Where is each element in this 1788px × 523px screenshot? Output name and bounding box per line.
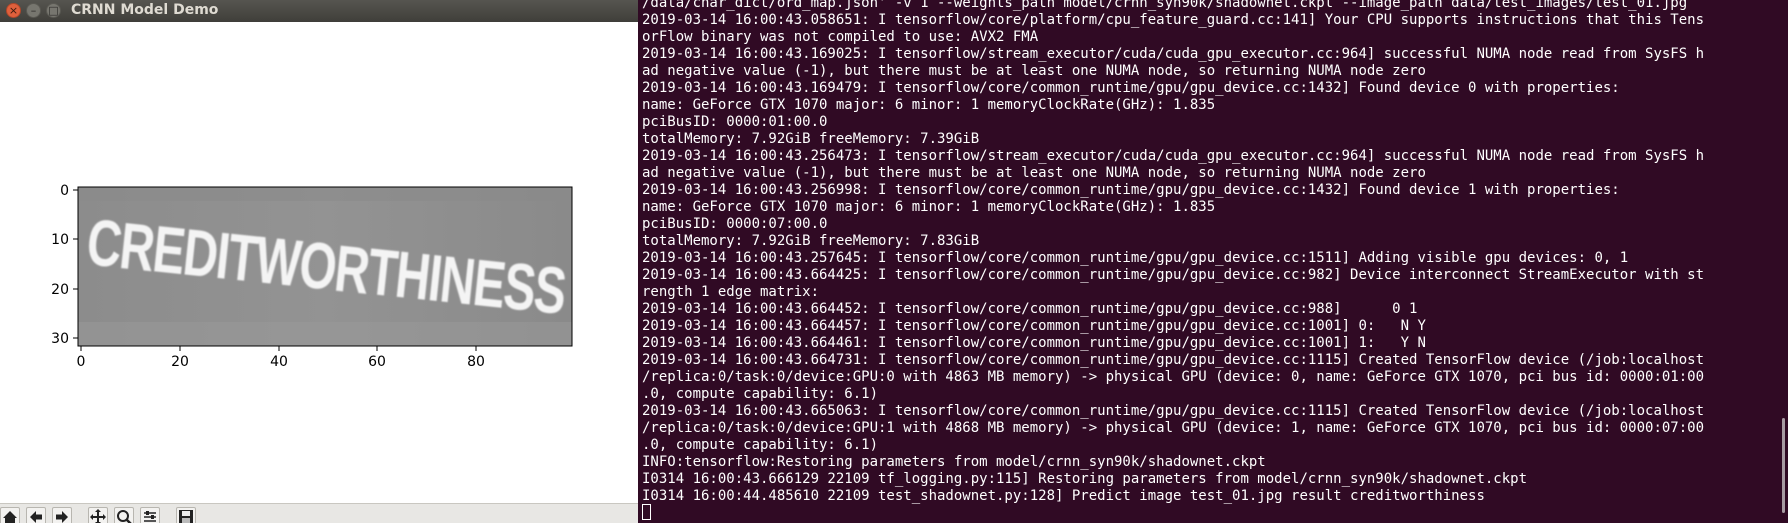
- terminal-line: 2019-03-14 16:00:43.664731: I tensorflow…: [642, 352, 1705, 368]
- home-button[interactable]: [0, 507, 20, 523]
- terminal-line: I0314 16:00:44.485610 22109 test_shadown…: [642, 488, 1485, 504]
- back-arrow-icon: [30, 511, 42, 523]
- y-axis: 0 10 20 30: [51, 183, 78, 347]
- terminal-line: /replica:0/task:0/device:GPU:1 with 4868…: [642, 420, 1705, 436]
- x-axis: 0 20 40 60 80: [77, 346, 485, 370]
- terminal-line: name: GeForce GTX 1070 major: 6 minor: 1…: [642, 97, 1216, 113]
- terminal-line: pciBusID: 0000:01:00.0: [642, 114, 828, 130]
- configure-subplots-button[interactable]: [140, 507, 160, 523]
- terminal-line: 2019-03-14 16:00:43.664457: I tensorflow…: [642, 318, 1426, 334]
- close-icon: ×: [8, 4, 19, 17]
- terminal-line: 2019-03-14 16:00:43.169479: I tensorflow…: [642, 80, 1620, 96]
- forward-button[interactable]: [52, 507, 72, 523]
- minimize-icon: –: [30, 4, 37, 17]
- terminal-line: pciBusID: 0000:07:00.0: [642, 216, 828, 232]
- terminal-line: name: GeForce GTX 1070 major: 6 minor: 1…: [642, 199, 1216, 215]
- image-shade-top: [78, 187, 572, 201]
- terminal-line: .0, compute capability: 6.1): [642, 437, 879, 453]
- y-tick-label: 30: [51, 331, 69, 347]
- save-button[interactable]: [176, 507, 196, 523]
- terminal-cursor: [642, 504, 651, 520]
- maximize-icon: □: [48, 4, 59, 17]
- terminal-line: .0, compute capability: 6.1): [642, 386, 879, 402]
- pan-button[interactable]: [88, 507, 108, 523]
- forward-arrow-icon: [56, 511, 68, 523]
- back-button[interactable]: [26, 507, 46, 523]
- terminal-line: 2019-03-14 16:00:43.256998: I tensorflow…: [642, 182, 1620, 198]
- matplotlib-window: × – □ CRNN Model Demo CREDITWORTHINESS 0…: [0, 0, 638, 523]
- terminal-line: /data/char_dict/ord_map.json' -v 1 --wei…: [642, 0, 1688, 11]
- terminal-line: 2019-03-14 16:00:43.058651: I tensorflow…: [642, 12, 1705, 28]
- terminal-line: 2019-03-14 16:00:43.664452: I tensorflow…: [642, 301, 1418, 317]
- terminal-line: 2019-03-14 16:00:43.665063: I tensorflow…: [642, 403, 1705, 419]
- close-button[interactable]: ×: [6, 3, 21, 18]
- x-tick-label: 80: [467, 354, 485, 370]
- y-tick-label: 10: [51, 232, 69, 248]
- terminal-line: 2019-03-14 16:00:43.257645: I tensorflow…: [642, 250, 1629, 266]
- image-shade-bottom: [78, 322, 572, 346]
- terminal-line: INFO:tensorflow:Restoring parameters fro…: [642, 454, 1266, 470]
- terminal-output: /data/char_dict/ord_map.json' -v 1 --wei…: [642, 0, 1704, 505]
- save-icon: [179, 510, 193, 523]
- x-tick-label: 40: [270, 354, 288, 370]
- terminal-line: ad negative value (-1), but there must b…: [642, 165, 1426, 181]
- maximize-button[interactable]: □: [46, 3, 61, 18]
- x-tick-label: 0: [77, 354, 86, 370]
- terminal-line: rength 1 edge matrix:: [642, 284, 820, 300]
- zoom-button[interactable]: [114, 507, 134, 523]
- window-title: CRNN Model Demo: [71, 2, 219, 18]
- terminal-line: /replica:0/task:0/device:GPU:0 with 4863…: [642, 369, 1705, 385]
- terminal-line: 2019-03-14 16:00:43.664461: I tensorflow…: [642, 335, 1426, 351]
- terminal-line: 2019-03-14 16:00:43.256473: I tensorflow…: [642, 148, 1705, 164]
- terminal-line: 2019-03-14 16:00:43.169025: I tensorflow…: [642, 46, 1705, 62]
- minimize-button[interactable]: –: [26, 3, 41, 18]
- x-tick-label: 60: [368, 354, 386, 370]
- figure-canvas[interactable]: CREDITWORTHINESS 0 10 20 30 0 20 40 60 8…: [0, 22, 638, 504]
- window-titlebar[interactable]: × – □ CRNN Model Demo: [0, 0, 638, 22]
- y-tick-label: 20: [51, 282, 69, 298]
- navigation-toolbar: [0, 503, 638, 523]
- terminal-line: I0314 16:00:43.666129 22109 tf_logging.p…: [642, 471, 1528, 487]
- home-icon: [3, 511, 17, 523]
- configure-subplots-icon: [144, 511, 156, 522]
- terminal-line: totalMemory: 7.92GiB freeMemory: 7.83GiB: [642, 233, 980, 249]
- terminal-line: 2019-03-14 16:00:43.664425: I tensorflow…: [642, 267, 1705, 283]
- terminal-window[interactable]: /data/char_dict/ord_map.json' -v 1 --wei…: [638, 0, 1788, 523]
- pan-icon: [90, 509, 106, 523]
- x-tick-label: 20: [171, 354, 189, 370]
- zoom-icon: [117, 510, 132, 523]
- terminal-scrollbar[interactable]: [1782, 418, 1785, 513]
- terminal-line: ad negative value (-1), but there must b…: [642, 63, 1426, 79]
- terminal-line: orFlow binary was not compiled to use: A…: [642, 29, 1039, 45]
- terminal-line: totalMemory: 7.92GiB freeMemory: 7.39GiB: [642, 131, 980, 147]
- y-tick-label: 0: [60, 183, 69, 199]
